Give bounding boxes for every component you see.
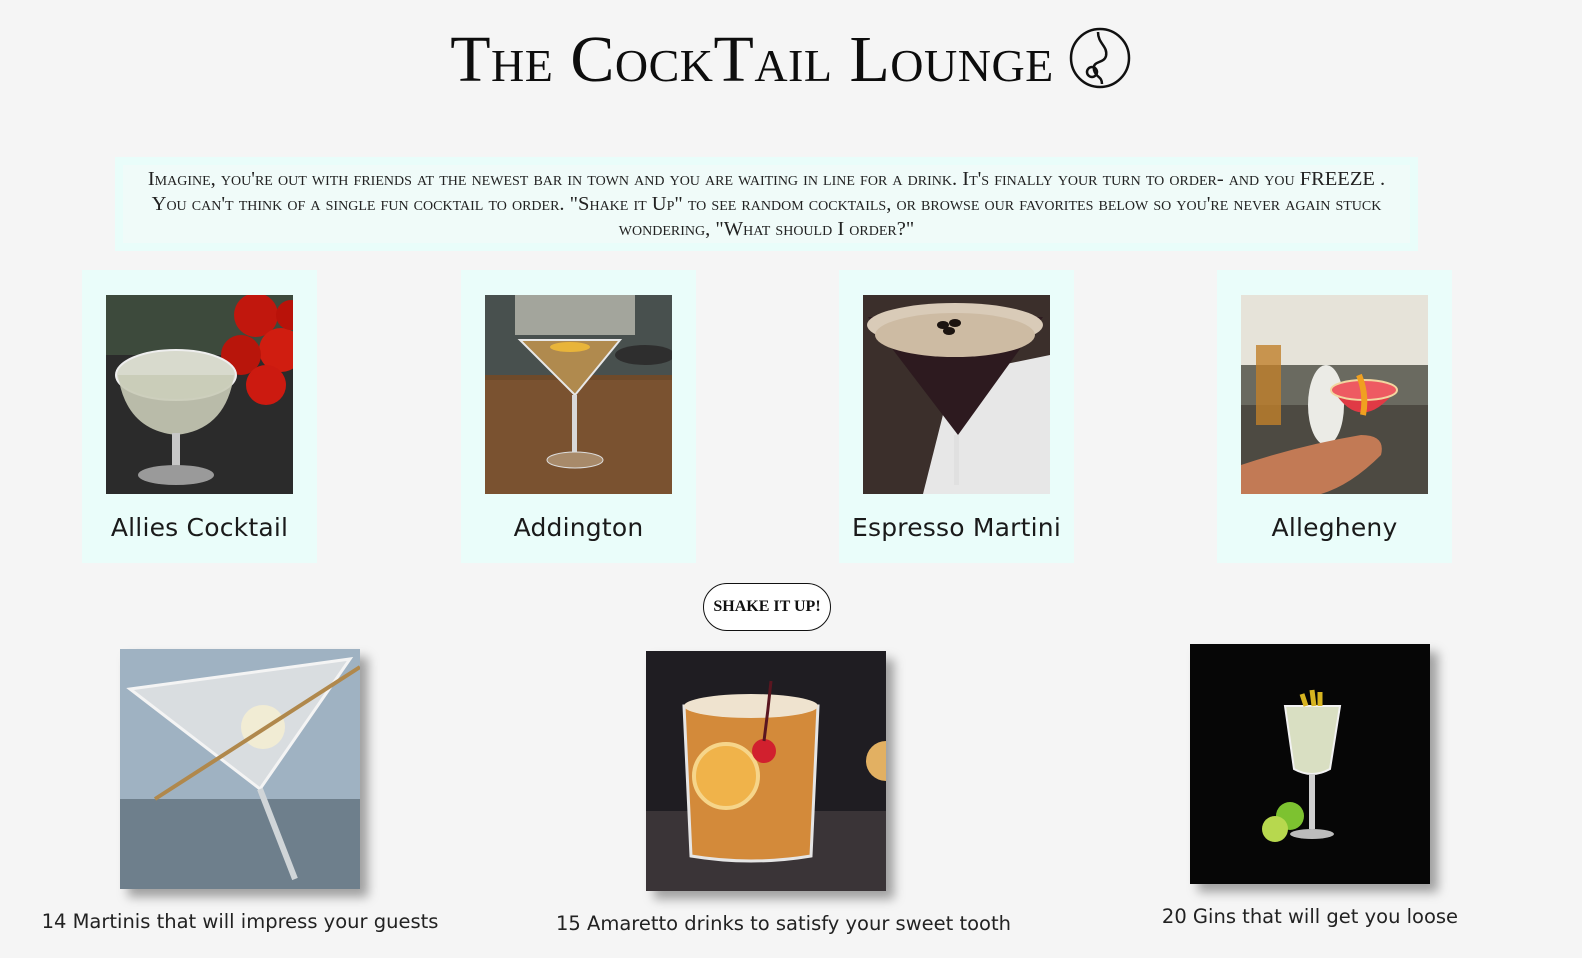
cocktail-photo <box>106 295 293 494</box>
page-title: The CockTail Lounge <box>450 23 1054 96</box>
cocktail-photo <box>863 295 1050 494</box>
cocktail-photo <box>485 295 672 494</box>
feature-caption[interactable]: 14 Martinis that will impress your guest… <box>20 910 460 933</box>
feature-photo-martinis[interactable] <box>120 649 360 889</box>
feature-caption[interactable]: 15 Amaretto drinks to satisfy your sweet… <box>556 912 1011 935</box>
intro-box: Imagine, you're out with friends at the … <box>115 157 1418 251</box>
feature-caption[interactable]: 20 Gins that will get you loose <box>1110 905 1510 928</box>
cocktail-card[interactable]: Addington <box>461 270 696 563</box>
cocktail-name: Allies Cocktail <box>110 513 289 542</box>
cocktail-name: Addington <box>513 513 644 542</box>
cocktail-name: Allegheny <box>1271 513 1398 542</box>
cocktail-card[interactable]: Allegheny <box>1217 270 1452 563</box>
feature-photo-gins[interactable] <box>1190 644 1430 884</box>
site-header: The CockTail Lounge <box>0 22 1582 98</box>
cocktail-name: Espresso Martini <box>852 513 1061 542</box>
cocktail-photo <box>1241 295 1428 494</box>
music-note-circle-icon <box>1069 27 1131 89</box>
shake-it-up-button[interactable]: SHAKE IT UP! <box>703 583 831 631</box>
intro-text: Imagine, you're out with friends at the … <box>123 165 1410 243</box>
cocktail-card[interactable]: Allies Cocktail <box>82 270 317 563</box>
feature-photo-amaretto[interactable] <box>646 651 886 891</box>
cocktail-card[interactable]: Espresso Martini <box>839 270 1074 563</box>
